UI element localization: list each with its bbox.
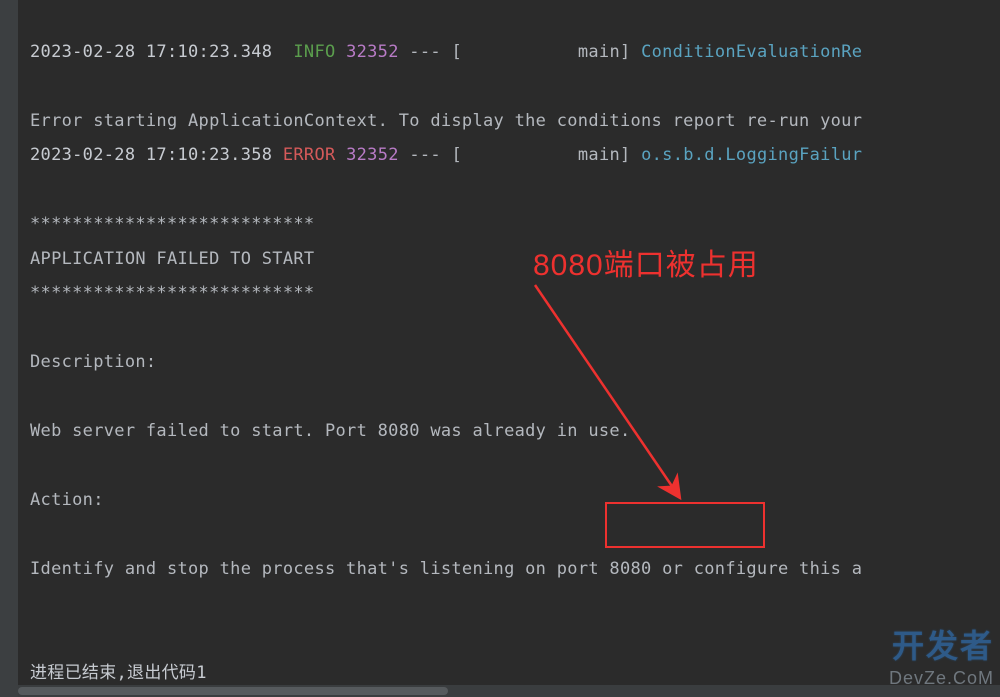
- log-action-header: Action:: [30, 490, 104, 510]
- annotation-label: 8080端口被占用: [533, 240, 759, 284]
- log-action-text-port: port 8080: [557, 559, 662, 579]
- log-sep: --- [ main]: [399, 145, 641, 165]
- log-line: ***************************: [30, 283, 314, 303]
- horizontal-scrollbar[interactable]: [18, 685, 1000, 697]
- console-gutter: [0, 0, 18, 697]
- log-sep: --- [ main]: [399, 42, 641, 62]
- log-line-failed: APPLICATION FAILED TO START: [30, 249, 314, 269]
- horizontal-scrollbar-thumb[interactable]: [18, 687, 448, 695]
- log-level-info: INFO: [293, 42, 335, 62]
- log-pid: 32352: [346, 145, 399, 165]
- log-action-text-a: Identify and stop the process that's lis…: [30, 559, 557, 579]
- log-line: 2023-02-28 17:10:23.348 INFO 32352 --- […: [30, 42, 862, 62]
- log-ts: 2023-02-28 17:10:23.358: [30, 145, 272, 165]
- log-ts: 2023-02-28 17:10:23.348: [30, 42, 272, 62]
- log-action-text-c: or configure this a: [662, 559, 862, 579]
- log-desc-header: Description:: [30, 352, 156, 372]
- console-output[interactable]: 2023-02-28 17:10:23.348 INFO 32352 --- […: [18, 0, 1000, 697]
- log-action-text: Identify and stop the process that's lis…: [30, 559, 862, 579]
- log-line: 2023-02-28 17:10:23.358 ERROR 32352 --- …: [30, 145, 862, 165]
- log-pid: 32352: [346, 42, 399, 62]
- log-line: ***************************: [30, 214, 314, 234]
- watermark-cn: 开发者: [892, 621, 994, 667]
- log-exit: 进程已结束,退出代码1: [30, 663, 207, 683]
- log-level-error: ERROR: [283, 145, 336, 165]
- log-line: Error starting ApplicationContext. To di…: [30, 111, 862, 131]
- log-class: o.s.b.d.LoggingFailur: [641, 145, 862, 165]
- log-class: ConditionEvaluationRe: [641, 42, 862, 62]
- log-desc-text: Web server failed to start. Port 8080 wa…: [30, 421, 631, 441]
